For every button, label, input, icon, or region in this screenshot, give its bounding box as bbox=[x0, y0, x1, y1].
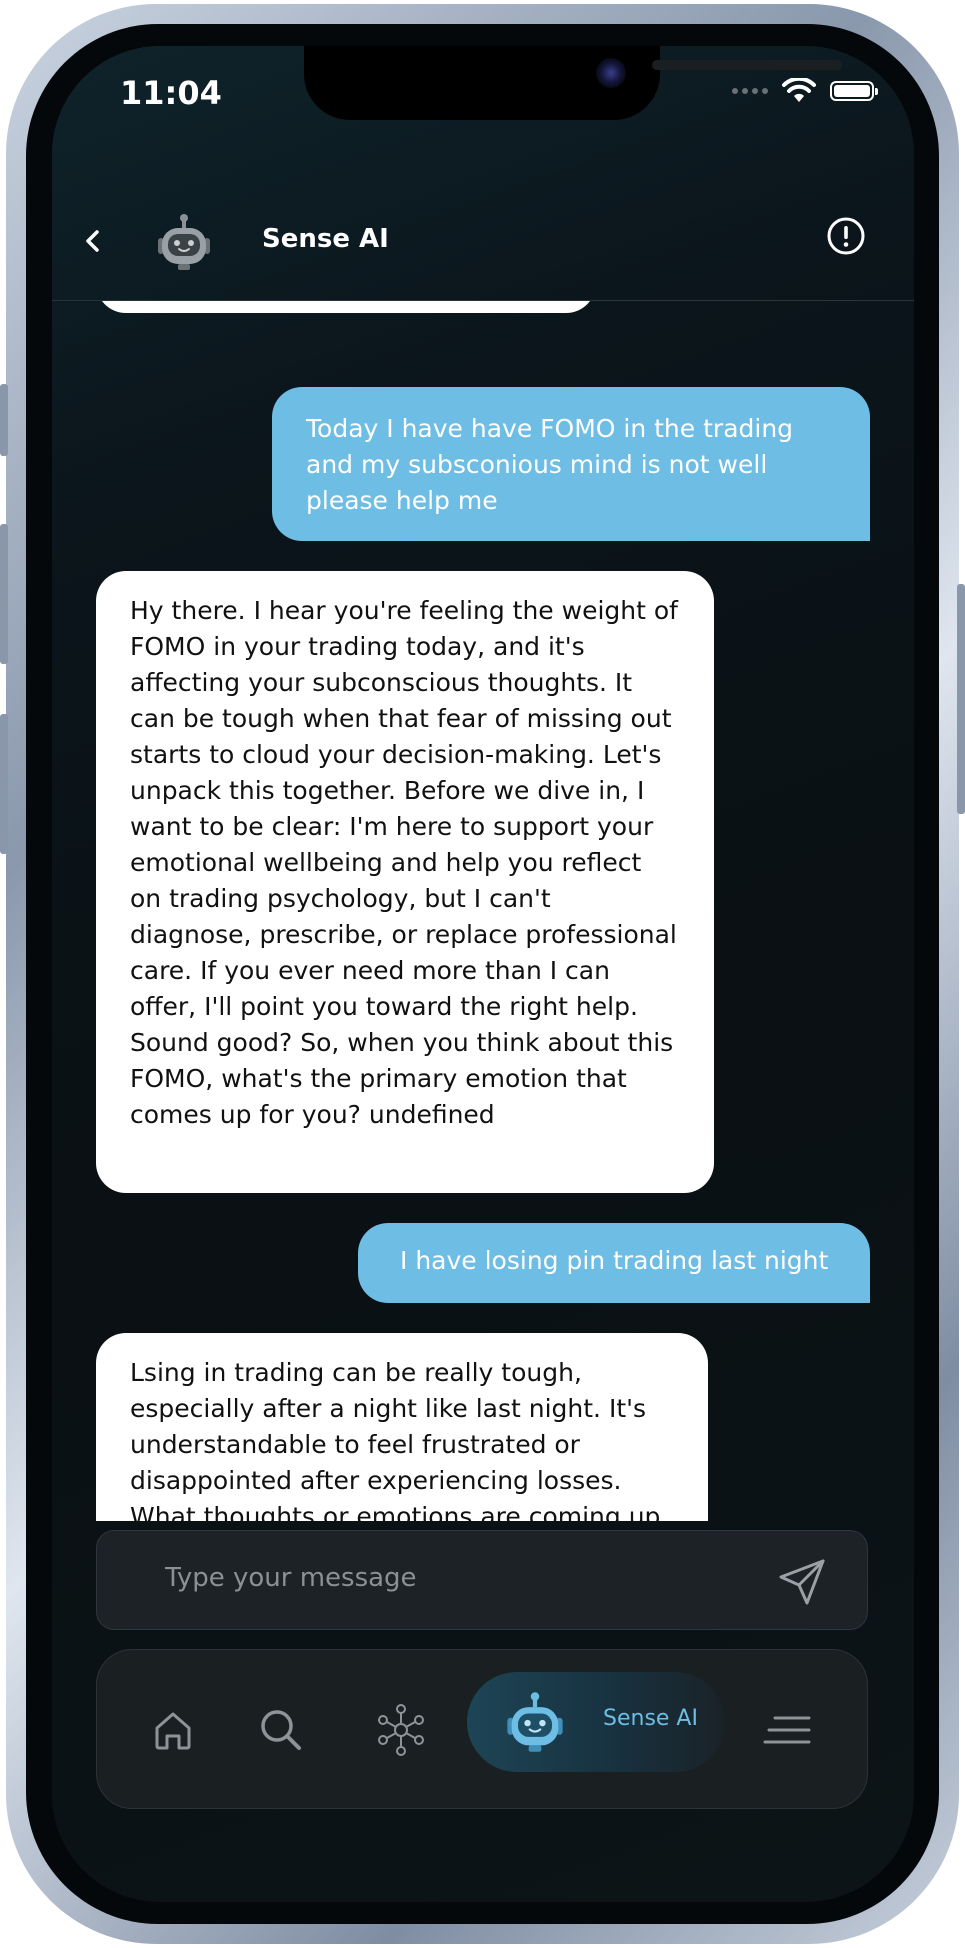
volume-up-button bbox=[0, 524, 8, 664]
home-icon[interactable] bbox=[143, 1700, 203, 1760]
network-icon[interactable] bbox=[371, 1700, 431, 1760]
action-button bbox=[0, 384, 8, 456]
send-icon[interactable] bbox=[777, 1557, 827, 1607]
volume-down-button bbox=[0, 714, 8, 854]
camera-icon bbox=[596, 58, 626, 88]
status-time: 11:04 bbox=[120, 74, 222, 112]
signal-icon bbox=[732, 88, 768, 94]
user-message: I have losing pin trading last night bbox=[358, 1223, 870, 1303]
nav-item-sense-ai-label: Sense AI bbox=[603, 1706, 698, 1731]
info-icon[interactable] bbox=[826, 216, 866, 256]
nav-item-sense-ai[interactable]: Sense AI bbox=[467, 1672, 725, 1772]
battery-icon bbox=[830, 81, 878, 101]
wifi-icon bbox=[782, 78, 816, 102]
power-button bbox=[957, 584, 965, 814]
message-input-placeholder: Type your message bbox=[165, 1563, 417, 1593]
previous-message-bubble bbox=[96, 301, 596, 313]
bot-message: Lsing in trading can be really tough, es… bbox=[96, 1333, 708, 1521]
robot-icon bbox=[507, 1692, 563, 1752]
chat-messages[interactable]: Today I have have FOMO in the trading an… bbox=[52, 301, 914, 1521]
header-title: Sense AI bbox=[262, 224, 389, 254]
search-icon[interactable] bbox=[251, 1700, 311, 1760]
robot-avatar-icon bbox=[158, 214, 210, 270]
chat-header: Sense AI bbox=[52, 196, 914, 292]
menu-icon[interactable] bbox=[757, 1700, 817, 1760]
back-arrow-icon[interactable] bbox=[78, 226, 108, 256]
bot-message: Hy there. I hear you're feeling the weig… bbox=[96, 571, 714, 1193]
status-icons bbox=[732, 78, 878, 104]
screen: 11:04 Sense AI Today I have have FOMO in… bbox=[52, 46, 914, 1902]
user-message: Today I have have FOMO in the trading an… bbox=[272, 387, 870, 541]
message-input[interactable]: Type your message bbox=[96, 1530, 868, 1630]
speaker bbox=[652, 60, 842, 70]
notch bbox=[304, 46, 842, 120]
bottom-nav: Sense AI bbox=[96, 1649, 868, 1809]
